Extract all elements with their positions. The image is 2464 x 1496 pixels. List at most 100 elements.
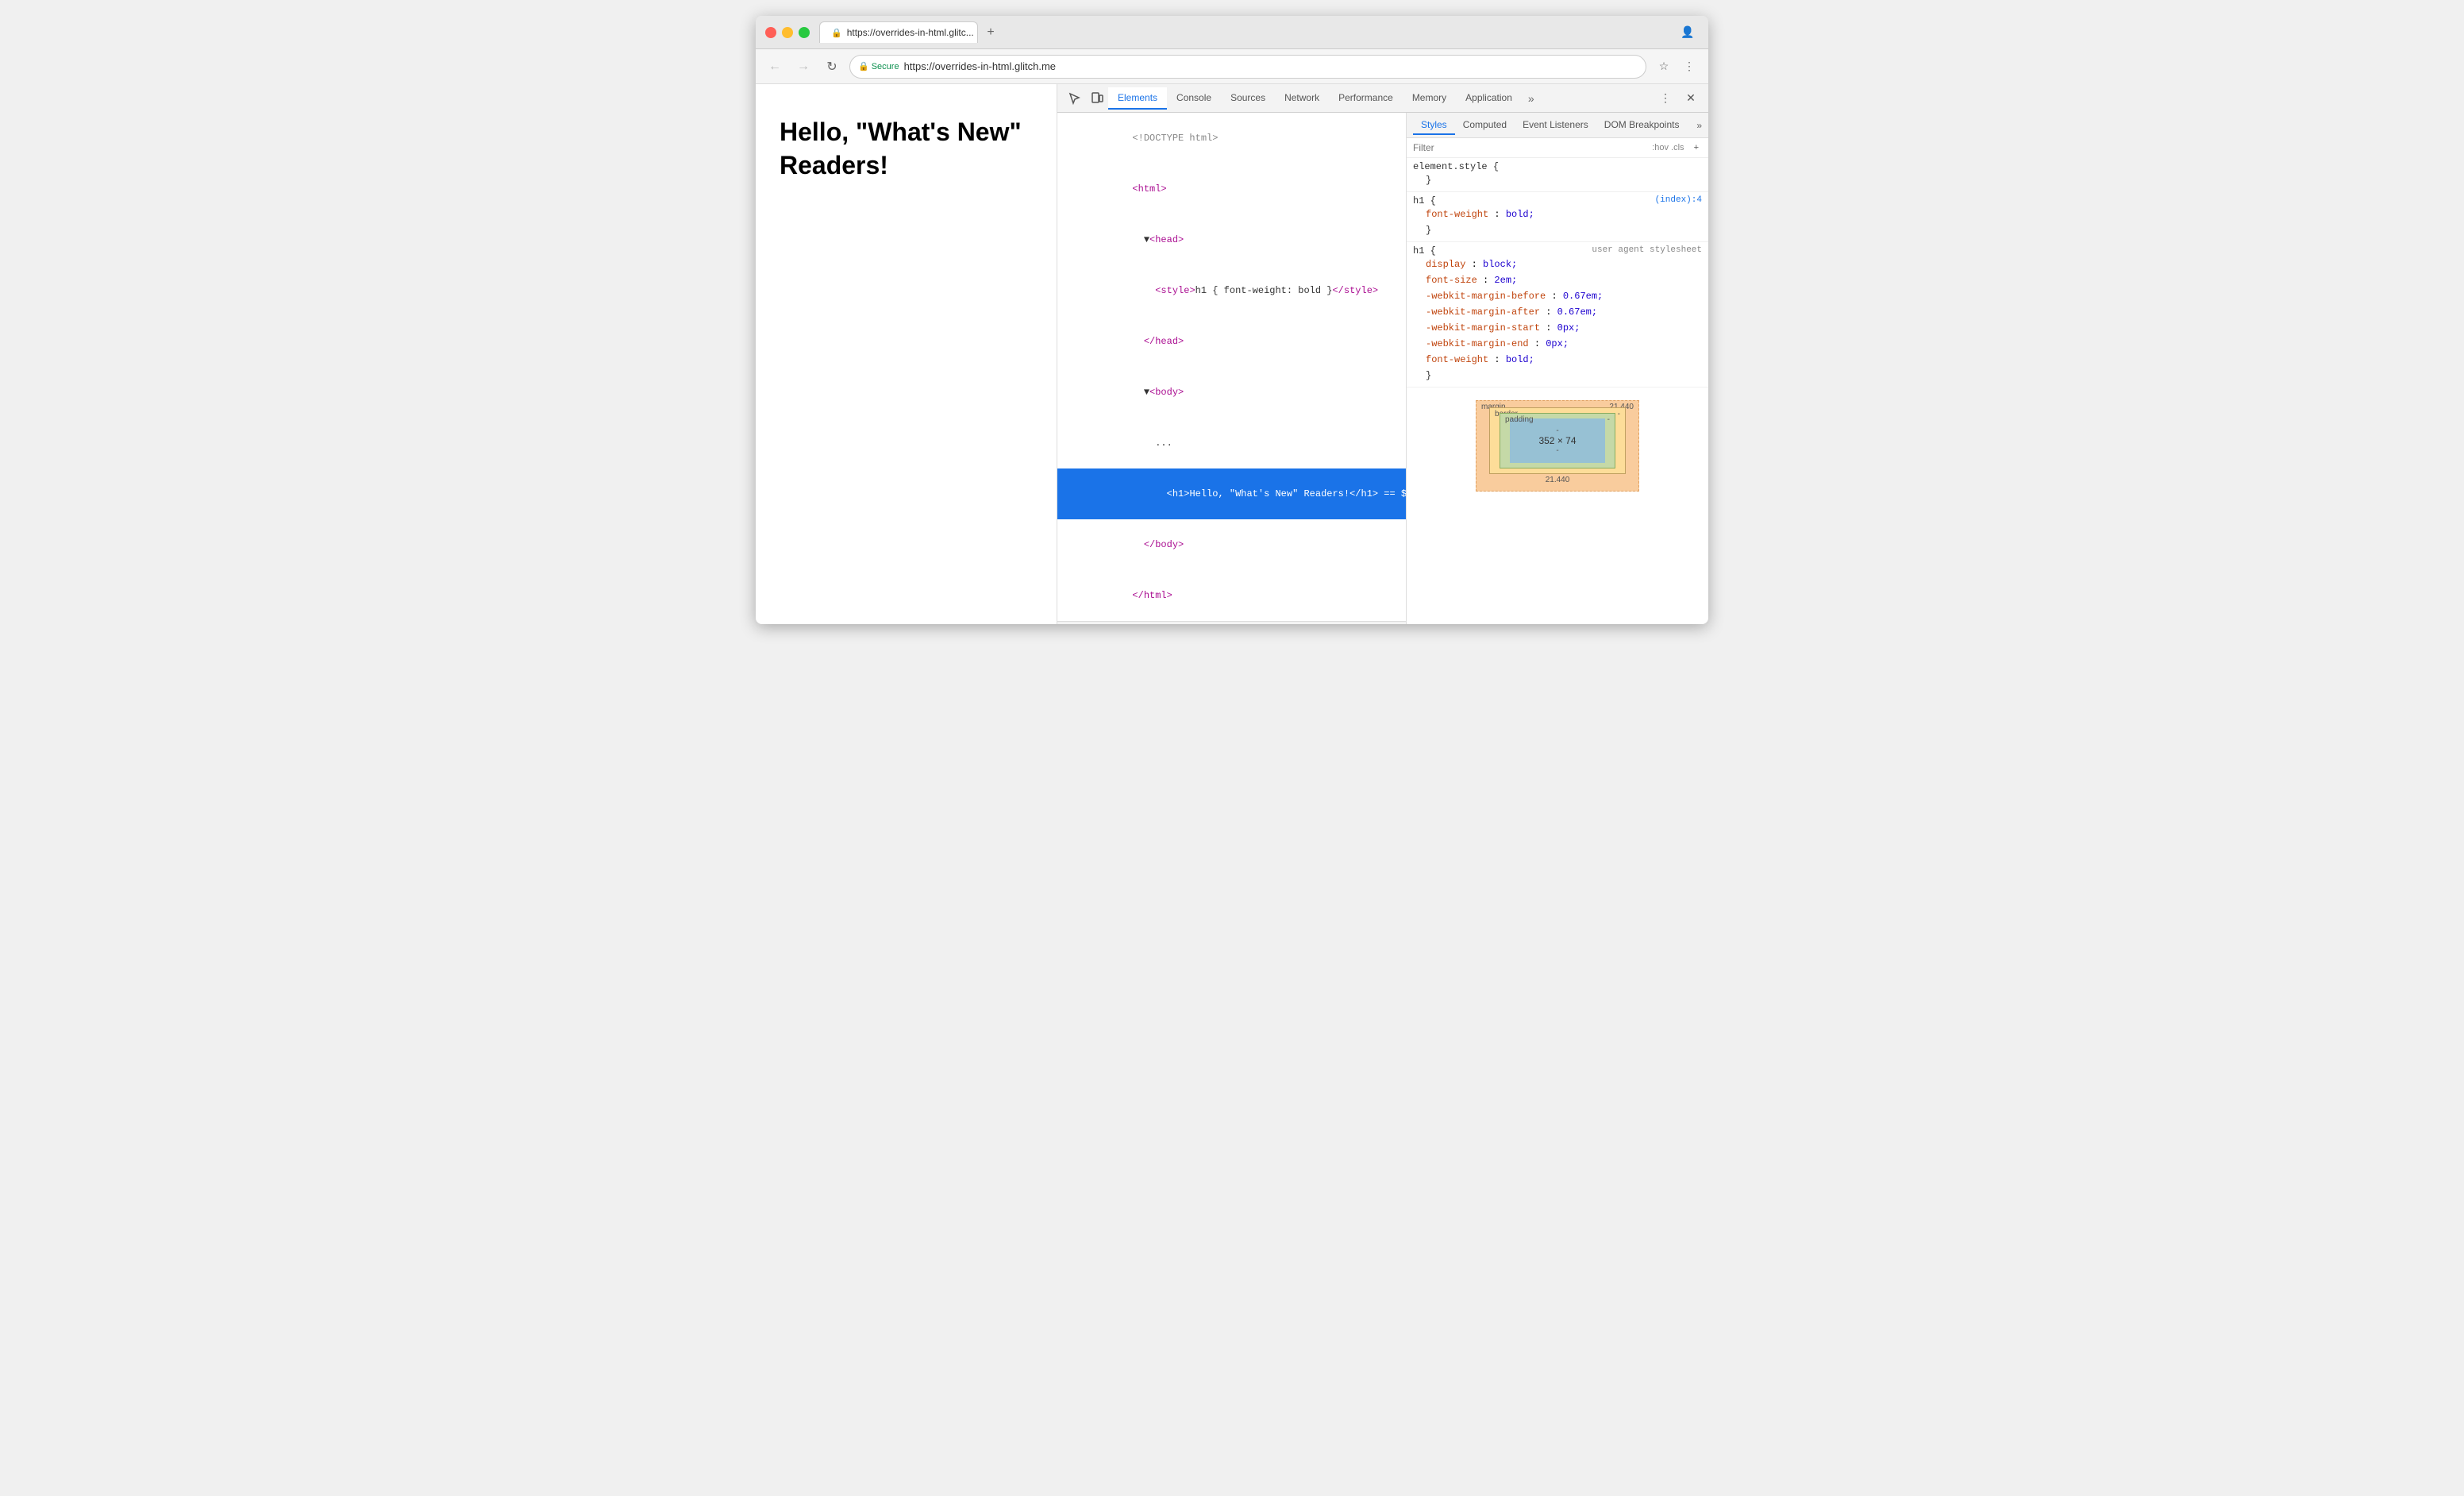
content-height[interactable]: 74 [1565,435,1576,446]
subtab-styles[interactable]: Styles [1413,116,1455,135]
secure-label: Secure [872,62,899,71]
styles-panel: Styles Computed Event Listeners DOM Brea… [1407,113,1708,624]
element-html-close[interactable]: </html> [1057,570,1406,621]
style-origin-h1-custom[interactable]: (index):4 [1655,195,1702,205]
devtools-body: <!DOCTYPE html> <html> ▼<head> <style>h1… [1057,113,1708,624]
address-bar-actions: ☆ ⋮ [1653,56,1700,78]
style-prop-margin-start[interactable]: -webkit-margin-start : 0px; [1413,320,1702,336]
style-prop-margin-before[interactable]: -webkit-margin-before : 0.67em; [1413,288,1702,304]
style-selector-element[interactable]: element.style { [1413,161,1702,172]
tab-elements[interactable]: Elements [1108,87,1167,110]
new-tab-button[interactable]: + [981,23,1000,42]
maximize-button[interactable] [799,27,810,38]
subtab-event-listeners[interactable]: Event Listeners [1515,116,1596,135]
forward-button[interactable]: → [792,56,814,78]
url-text: https://overrides-in-html.glitch.me [904,60,1056,72]
element-body-close[interactable]: </body> [1057,519,1406,570]
tab-sources[interactable]: Sources [1221,87,1275,110]
style-rule-h1-ua: h1 { user agent stylesheet display : blo… [1407,242,1708,387]
browser-window: 🔒 https://overrides-in-html.glitc... ✕ +… [756,16,1708,624]
devtools-settings-icon[interactable]: ⋮ [1654,87,1677,110]
device-toolbar-icon[interactable] [1086,87,1108,110]
title-bar: 🔒 https://overrides-in-html.glitc... ✕ +… [756,16,1708,49]
style-rule-h1-custom: h1 { (index):4 font-weight : bold; } [1407,192,1708,242]
url-bar[interactable]: 🔒 Secure https://overrides-in-html.glitc… [849,55,1646,79]
styles-content: element.style { } h1 { (index):4 [1407,158,1708,624]
devtools-tabs: Elements Console Sources Network Perform… [1057,84,1708,113]
style-prop-font-weight-ua[interactable]: font-weight : bold; [1413,352,1702,368]
styles-subtabs: Styles Computed Event Listeners DOM Brea… [1407,113,1708,138]
elements-breadcrumb: html › body › h1 [1057,621,1406,624]
minimize-button[interactable] [782,27,793,38]
lock-icon: 🔒 [858,61,869,71]
more-tabs-button[interactable]: » [1522,89,1541,108]
border-val[interactable]: - [1618,410,1620,418]
style-close-h1-ua: } [1413,368,1702,384]
reload-button[interactable]: ↻ [821,56,843,78]
main-content: Hello, "What's New" Readers! Elements [756,84,1708,624]
element-style[interactable]: <style>h1 { font-weight: bold }</style> [1057,265,1406,316]
element-html-open[interactable]: <html> [1057,164,1406,214]
style-selector-h1-ua[interactable]: h1 { user agent stylesheet [1413,245,1702,256]
element-head-open[interactable]: ▼<head> [1057,214,1406,265]
tab-memory[interactable]: Memory [1403,87,1456,110]
subtab-more[interactable]: » [1696,120,1702,131]
padding-val[interactable]: - [1607,415,1610,424]
content-dash-bottom: - [1526,446,1589,455]
tab-label: https://overrides-in-html.glitc... [847,27,974,38]
page-content: Hello, "What's New" Readers! [756,84,1057,624]
element-h1[interactable]: <h1>Hello, "What's New" Readers!</h1> ==… [1057,468,1406,519]
bookmark-button[interactable]: ☆ [1653,56,1675,78]
box-model: margin 21.440 border - padding - [1476,400,1639,492]
tab-performance[interactable]: Performance [1329,87,1403,110]
style-prop-margin-after[interactable]: -webkit-margin-after : 0.67em; [1413,304,1702,320]
style-prop-font-weight[interactable]: font-weight : bold; [1413,206,1702,222]
secure-badge: 🔒 Secure [858,61,899,71]
margin-bottom-val[interactable]: 21.440 [1489,476,1626,484]
inspect-element-icon[interactable] [1064,87,1086,110]
styles-filter-hint: :hov .cls [1652,143,1684,152]
tab-bar: 🔒 https://overrides-in-html.glitc... ✕ + [819,21,1677,43]
back-button[interactable]: ← [764,56,786,78]
element-doctype[interactable]: <!DOCTYPE html> [1057,113,1406,164]
style-close-h1-custom: } [1413,222,1702,238]
style-rule-element: element.style { } [1407,158,1708,192]
box-model-content: - 352 × 74 - [1510,418,1605,463]
style-close-element: } [1413,172,1702,188]
styles-filter-input[interactable] [1413,142,1646,153]
content-size: 352 × 74 [1526,435,1589,446]
menu-button[interactable]: ⋮ [1678,56,1700,78]
title-bar-actions: 👤 [1677,21,1699,44]
style-prop-font-size[interactable]: font-size : 2em; [1413,272,1702,288]
style-prop-margin-end[interactable]: -webkit-margin-end : 0px; [1413,336,1702,352]
subtab-dom-breakpoints[interactable]: DOM Breakpoints [1596,116,1688,135]
devtools-close-button[interactable]: ✕ [1680,87,1702,110]
styles-filter-bar: :hov .cls + [1407,138,1708,158]
tab-application[interactable]: Application [1456,87,1522,110]
doctype-text: <!DOCTYPE html> [1132,133,1218,144]
add-style-button[interactable]: + [1691,141,1702,154]
box-model-border: border - padding - - [1489,407,1626,474]
page-heading: Hello, "What's New" Readers! [780,116,1033,182]
box-model-margin: margin 21.440 border - padding - [1476,400,1639,492]
box-model-padding: padding - - 352 × 74 [1500,413,1615,468]
content-dash-top: - [1526,426,1589,435]
subtab-computed[interactable]: Computed [1455,116,1515,135]
devtools-actions: ⋮ ✕ [1654,87,1702,110]
element-ellipsis[interactable]: ... [1057,418,1406,468]
style-prop-display[interactable]: display : block; [1413,256,1702,272]
address-bar: ← → ↻ 🔒 Secure https://overrides-in-html… [756,49,1708,84]
tab-favicon: 🔒 [831,28,842,38]
devtools-panel: Elements Console Sources Network Perform… [1057,84,1708,624]
element-head-close[interactable]: </head> [1057,316,1406,367]
close-button[interactable] [765,27,776,38]
style-origin-h1-ua: user agent stylesheet [1592,245,1702,255]
content-width[interactable]: 352 [1538,435,1554,446]
tab-network[interactable]: Network [1275,87,1329,110]
browser-tab[interactable]: 🔒 https://overrides-in-html.glitc... ✕ [819,21,978,43]
tab-console[interactable]: Console [1167,87,1221,110]
element-body-open[interactable]: ▼<body> [1057,367,1406,418]
user-icon[interactable]: 👤 [1677,21,1699,44]
padding-label: padding [1505,415,1534,424]
style-selector-h1-custom[interactable]: h1 { (index):4 [1413,195,1702,206]
